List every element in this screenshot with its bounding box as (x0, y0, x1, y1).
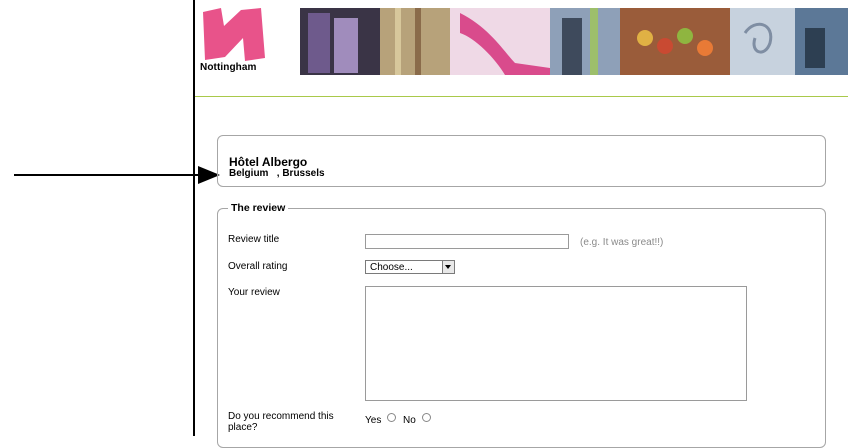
your-review-textarea[interactable] (365, 286, 747, 401)
dropdown-arrow-button[interactable] (442, 261, 454, 273)
review-title-label: Review title (228, 234, 280, 245)
site-header: Nottingham (195, 0, 848, 96)
recommend-label: Do you recommend this place? (228, 411, 334, 433)
review-title-hint: (e.g. It was great!!) (580, 237, 664, 248)
review-legend: The review (228, 202, 289, 214)
your-review-label: Your review (228, 287, 280, 298)
banner-image (300, 8, 848, 75)
logo-text[interactable]: Nottingham (200, 62, 257, 73)
recommend-no-label: No (403, 415, 416, 426)
hotel-info-box: Hôtel Albergo Belgium , Brussels (217, 135, 826, 187)
chevron-down-icon (445, 265, 451, 269)
header-divider (195, 96, 848, 97)
hotel-location: Belgium , Brussels (229, 168, 325, 179)
overall-rating-label: Overall rating (228, 261, 288, 272)
annotation-arrow-line (14, 174, 200, 176)
overall-rating-value: Choose... (370, 262, 413, 273)
overall-rating-select[interactable]: Choose... (365, 260, 455, 274)
review-title-input[interactable] (365, 234, 569, 249)
recommend-no-radio[interactable] (422, 413, 431, 422)
nottingham-logo-icon[interactable] (203, 8, 265, 61)
recommend-yes-label: Yes (365, 415, 382, 426)
recommend-yes-radio[interactable] (387, 413, 396, 422)
hotel-name: Hôtel Albergo (229, 155, 308, 169)
